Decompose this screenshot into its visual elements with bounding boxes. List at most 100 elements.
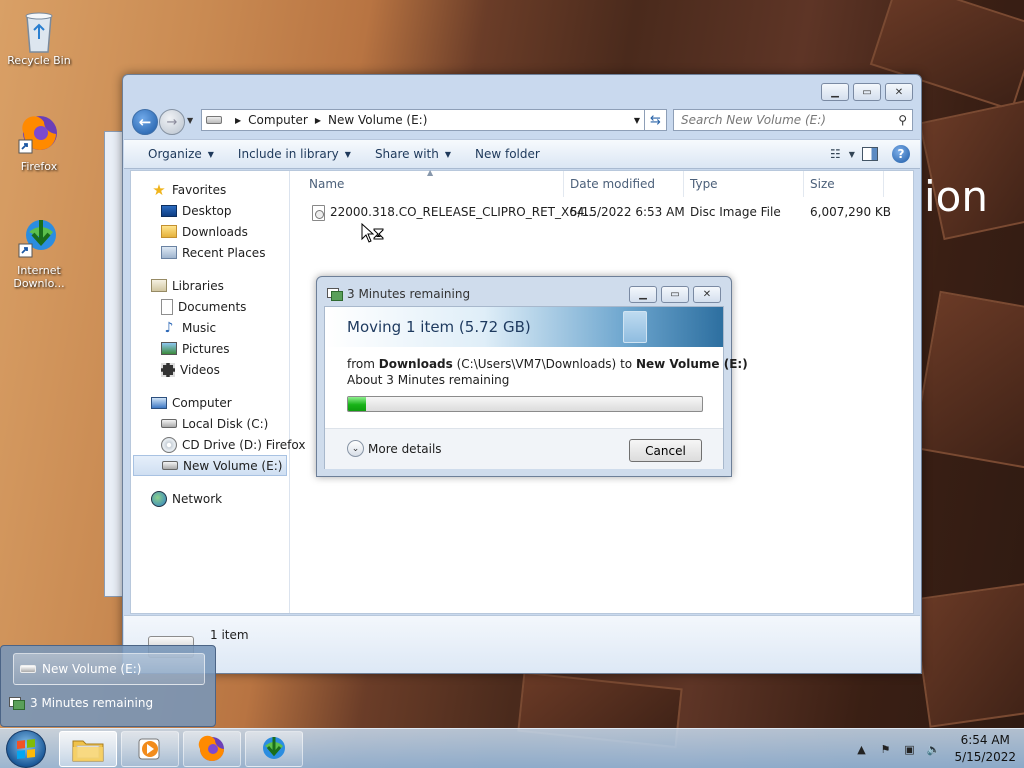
nav-item-documents[interactable]: Documents [131, 296, 289, 317]
taskbar-media-player-button[interactable] [121, 731, 179, 767]
taskbar-firefox-button[interactable] [183, 731, 241, 767]
column-header-size[interactable]: Size [810, 177, 835, 191]
back-button[interactable]: ← [132, 109, 158, 135]
nav-item-music[interactable]: ♪ Music [131, 317, 289, 338]
media-player-icon [138, 738, 160, 760]
more-details-toggle[interactable]: ⌄ More details [347, 440, 442, 457]
chevron-down-icon: ▼ [207, 149, 214, 159]
sort-ascending-icon: ▲ [427, 168, 434, 177]
column-divider[interactable] [803, 171, 804, 197]
desktop-icon-internet-download-manager[interactable]: Internet Downlo... [6, 216, 72, 290]
recent-pages-dropdown[interactable]: ▼ [187, 116, 193, 125]
preview-pane-icon[interactable] [862, 147, 878, 161]
documents-icon [161, 298, 173, 315]
organize-menu[interactable]: Organize ▼ [148, 147, 214, 161]
nav-item-network[interactable]: Network [131, 488, 289, 509]
column-header-date-modified[interactable]: Date modified [570, 177, 655, 191]
dialog-footer: ⌄ More details Cancel [325, 428, 723, 469]
thumbnail-item-new-volume[interactable]: New Volume (E:) [13, 653, 205, 685]
taskbar-idm-button[interactable] [245, 731, 303, 767]
taskbar-thumbnail-list: New Volume (E:) 3 Minutes remaining [0, 645, 216, 727]
breadcrumb-new-volume[interactable]: New Volume (E:) [328, 113, 427, 127]
desktop-icon-label: Internet Downlo... [13, 264, 65, 290]
column-header-type[interactable]: Type [690, 177, 718, 191]
cd-drive-icon [161, 436, 177, 453]
dialog-title-bar: 3 Minutes remaining [327, 287, 470, 301]
close-button[interactable]: ✕ [885, 83, 913, 101]
search-placeholder: Search New Volume (E:) [681, 113, 826, 127]
desktop-icon-firefox[interactable]: Firefox [6, 112, 72, 173]
nav-item-computer[interactable]: Computer [131, 392, 289, 413]
firefox-icon [17, 112, 61, 156]
help-icon[interactable]: ? [892, 145, 910, 163]
nav-item-local-disk[interactable]: Local Disk (C:) [131, 413, 289, 434]
nav-item-new-volume[interactable]: New Volume (E:) [133, 455, 287, 476]
address-bar[interactable]: ▶ Computer ▶ New Volume (E:) ▼ [201, 109, 645, 131]
dialog-close-button[interactable]: ✕ [693, 286, 721, 303]
volume-muted-icon[interactable]: 🔈 [926, 742, 941, 756]
wallpaper-chunk [912, 290, 1024, 470]
column-divider[interactable] [563, 171, 564, 197]
file-type: Disc Image File [690, 205, 781, 219]
internet-download-manager-icon [263, 737, 285, 759]
refresh-button[interactable]: ⇆ [645, 109, 667, 131]
hard-drive-icon [161, 419, 177, 428]
show-hidden-icons-icon[interactable]: ▲ [854, 742, 868, 756]
nav-item-pictures[interactable]: Pictures [131, 338, 289, 359]
search-input[interactable]: Search New Volume (E:) ⚲ [673, 109, 913, 131]
file-move-icon [327, 288, 343, 301]
nav-item-videos[interactable]: Videos [131, 359, 289, 380]
busy-cursor-icon [361, 223, 384, 243]
file-row[interactable]: 22000.318.CO_RELEASE_CLIPRO_RET_X64... 5… [291, 203, 913, 223]
thumbnail-item-move-progress[interactable]: 3 Minutes remaining [9, 693, 153, 713]
music-note-icon: ♪ [164, 319, 174, 336]
column-divider[interactable] [883, 171, 884, 197]
dialog-banner: Moving 1 item (5.72 GB) [325, 307, 723, 347]
source-link[interactable]: Downloads [379, 357, 453, 371]
drive-icon [20, 665, 36, 673]
share-with-menu[interactable]: Share with ▼ [375, 147, 451, 161]
libraries-icon [151, 279, 167, 292]
nav-item-cd-drive[interactable]: CD Drive (D:) Firefox [131, 434, 305, 455]
minimize-button[interactable]: ▁ [821, 83, 849, 101]
clock-date: 5/15/2022 [954, 750, 1016, 764]
file-name: 22000.318.CO_RELEASE_CLIPRO_RET_X64... [330, 205, 596, 219]
wallpaper-text: ion [924, 172, 988, 221]
recycle-bin-icon [17, 6, 61, 53]
chevron-down-icon: ▼ [344, 149, 351, 159]
dialog-body: Moving 1 item (5.72 GB) from Downloads (… [324, 306, 748, 469]
desktop-icon-recycle-bin[interactable]: Recycle Bin [6, 6, 72, 67]
network-status-icon[interactable]: ▣ [902, 742, 916, 756]
nav-item-recent-places[interactable]: Recent Places [131, 242, 289, 263]
dialog-minimize-button[interactable]: ▁ [629, 286, 657, 303]
start-button[interactable] [6, 730, 46, 768]
nav-item-downloads[interactable]: Downloads [131, 221, 289, 242]
new-folder-button[interactable]: New folder [475, 147, 540, 161]
forward-button[interactable]: → [159, 109, 185, 135]
nav-item-favorites[interactable]: ★ Favorites [131, 179, 289, 200]
folder-icon [72, 740, 104, 762]
search-icon[interactable]: ⚲ [898, 113, 907, 127]
action-center-flag-icon[interactable]: ⚑ [878, 742, 892, 756]
clock[interactable]: 6:54 AM 5/15/2022 [954, 732, 1016, 766]
breadcrumb-separator-icon[interactable]: ▶ [315, 116, 321, 125]
destination-link[interactable]: New Volume (E:) [636, 357, 748, 371]
time-remaining: About 3 Minutes remaining [347, 373, 510, 387]
breadcrumb-separator-icon[interactable]: ▶ [235, 116, 241, 125]
details-pane: 1 item [124, 615, 920, 673]
change-view-icon[interactable]: ☷ ▼ [830, 146, 855, 162]
address-dropdown-icon[interactable]: ▼ [634, 116, 640, 125]
breadcrumb-computer[interactable]: Computer [248, 113, 308, 127]
cancel-button[interactable]: Cancel [629, 439, 702, 462]
column-divider[interactable] [683, 171, 684, 197]
nav-item-libraries[interactable]: Libraries [131, 275, 289, 296]
windows-logo-icon [17, 739, 35, 759]
maximize-button[interactable]: ▭ [853, 83, 881, 101]
nav-item-desktop[interactable]: Desktop [131, 200, 289, 221]
include-in-library-menu[interactable]: Include in library ▼ [238, 147, 351, 161]
navigation-pane: ★ Favorites Desktop Downloads Recent Plac… [131, 171, 305, 613]
star-icon: ★ [152, 180, 166, 199]
column-header-name[interactable]: Name [309, 177, 344, 191]
taskbar-explorer-button[interactable] [59, 731, 117, 767]
dialog-maximize-button[interactable]: ▭ [661, 286, 689, 303]
